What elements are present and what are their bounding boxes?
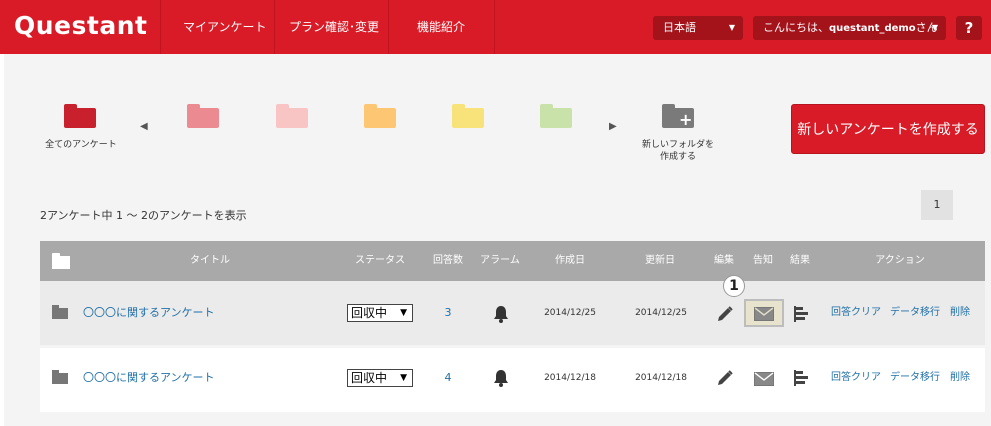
folder-body	[364, 108, 396, 128]
chevron-down-icon: ▼	[400, 308, 407, 318]
table-row: 〇〇〇に関するアンケート 回収中 ▼ 3 2014/12/25 2014/12/…	[40, 275, 985, 345]
folder-all[interactable]	[64, 104, 96, 128]
bar-chart-icon[interactable]	[793, 305, 811, 323]
folder-icon	[52, 370, 68, 384]
new-folder-label-line2: 作成する	[659, 152, 696, 162]
folder-icon	[52, 305, 68, 319]
col-notify: 告知	[753, 255, 773, 266]
bell-icon[interactable]	[493, 369, 509, 387]
folder-body	[64, 108, 96, 128]
folder-light-pink[interactable]	[276, 104, 308, 128]
table-header: タイトル ステータス 回答数 アラーム 作成日 更新日 編集 告知 結果 アクシ…	[40, 241, 985, 281]
folder-pink[interactable]	[187, 104, 219, 128]
questant-logo[interactable]: Questant	[14, 11, 147, 40]
username: questant_demo	[829, 23, 916, 34]
result-count-text: 2アンケート中 1 ～ 2のアンケートを表示	[40, 209, 247, 222]
status-value: 回収中	[351, 306, 388, 320]
data-migration-link[interactable]: データ移行	[890, 348, 940, 412]
language-label: 日本語	[663, 21, 696, 34]
step-number-callout: 1	[723, 275, 745, 297]
data-migration-link[interactable]: データ移行	[890, 281, 940, 345]
status-value: 回収中	[351, 371, 388, 385]
survey-title-link[interactable]: 〇〇〇に関するアンケート	[83, 281, 215, 345]
delete-link[interactable]: 削除	[950, 281, 970, 345]
updated-date: 2014/12/18	[635, 373, 687, 383]
created-date: 2014/12/25	[544, 308, 596, 318]
created-date: 2014/12/18	[544, 373, 596, 383]
delete-link[interactable]: 削除	[950, 348, 970, 412]
pencil-icon[interactable]	[716, 305, 734, 323]
user-menu[interactable]: こんにちは、questant_demoさん ▼	[753, 16, 946, 40]
nav-plan[interactable]: プラン確認･変更	[289, 0, 379, 54]
col-actions: アクション	[875, 255, 925, 266]
folder-next-arrow[interactable]: ▶	[609, 121, 617, 132]
nav-features[interactable]: 機能紹介	[417, 0, 465, 54]
bell-icon[interactable]	[493, 305, 509, 323]
mail-icon[interactable]	[754, 307, 774, 321]
pencil-icon[interactable]	[716, 369, 734, 387]
nav-my-survey[interactable]: マイアンケート	[183, 0, 267, 54]
col-responses: 回答数	[433, 255, 463, 266]
response-count-link[interactable]: 4	[433, 348, 463, 412]
folder-body	[540, 108, 572, 128]
folder-body	[276, 108, 308, 128]
status-select[interactable]: 回収中 ▼	[347, 369, 413, 387]
chevron-down-icon: ▼	[400, 373, 407, 383]
clear-responses-link[interactable]: 回答クリア	[831, 348, 881, 412]
folder-body	[187, 108, 219, 128]
mail-icon[interactable]	[754, 372, 774, 386]
col-alarm: アラーム	[480, 255, 520, 266]
folder-all-label: 全てのアンケート	[45, 140, 117, 150]
pagination-page-1[interactable]: 1	[921, 190, 953, 220]
new-folder-label: 新しいフォルダを 作成する	[633, 139, 723, 163]
response-count-link[interactable]: 3	[433, 281, 463, 345]
bar-chart-icon[interactable]	[793, 369, 811, 387]
col-updated: 更新日	[645, 255, 675, 266]
chevron-down-icon: ▼	[931, 23, 938, 32]
create-survey-button[interactable]: 新しいアンケートを作成する	[791, 104, 985, 154]
help-button[interactable]: ?	[956, 16, 982, 40]
language-select[interactable]: 日本語 ▼	[653, 16, 743, 40]
nav-divider	[494, 0, 495, 54]
logo-tab: Questant	[0, 0, 160, 62]
nav-divider	[274, 0, 275, 54]
table-row: 〇〇〇に関するアンケート 回収中 ▼ 4 2014/12/18 2014/12/…	[40, 348, 985, 412]
folder-icon	[52, 253, 70, 269]
new-folder-label-line1: 新しいフォルダを	[641, 140, 714, 150]
folder-green[interactable]	[540, 104, 572, 128]
chevron-down-icon: ▼	[728, 23, 735, 32]
nav-divider	[160, 0, 161, 54]
folder-prev-arrow[interactable]: ◀	[140, 121, 148, 132]
new-folder-button[interactable]: +	[662, 104, 694, 128]
plus-icon: +	[679, 110, 693, 129]
greeting-prefix: こんにちは、	[763, 21, 829, 34]
folder-yellow[interactable]	[452, 104, 484, 128]
col-title: タイトル	[190, 255, 230, 266]
col-results: 結果	[790, 255, 810, 266]
folder-orange[interactable]	[364, 104, 396, 128]
clear-responses-link[interactable]: 回答クリア	[831, 281, 881, 345]
col-status: ステータス	[355, 255, 405, 266]
survey-title-link[interactable]: 〇〇〇に関するアンケート	[83, 348, 215, 412]
folder-body	[452, 108, 484, 128]
status-select[interactable]: 回収中 ▼	[347, 304, 413, 322]
nav-divider	[388, 0, 389, 54]
col-created: 作成日	[555, 255, 585, 266]
updated-date: 2014/12/25	[635, 308, 687, 318]
